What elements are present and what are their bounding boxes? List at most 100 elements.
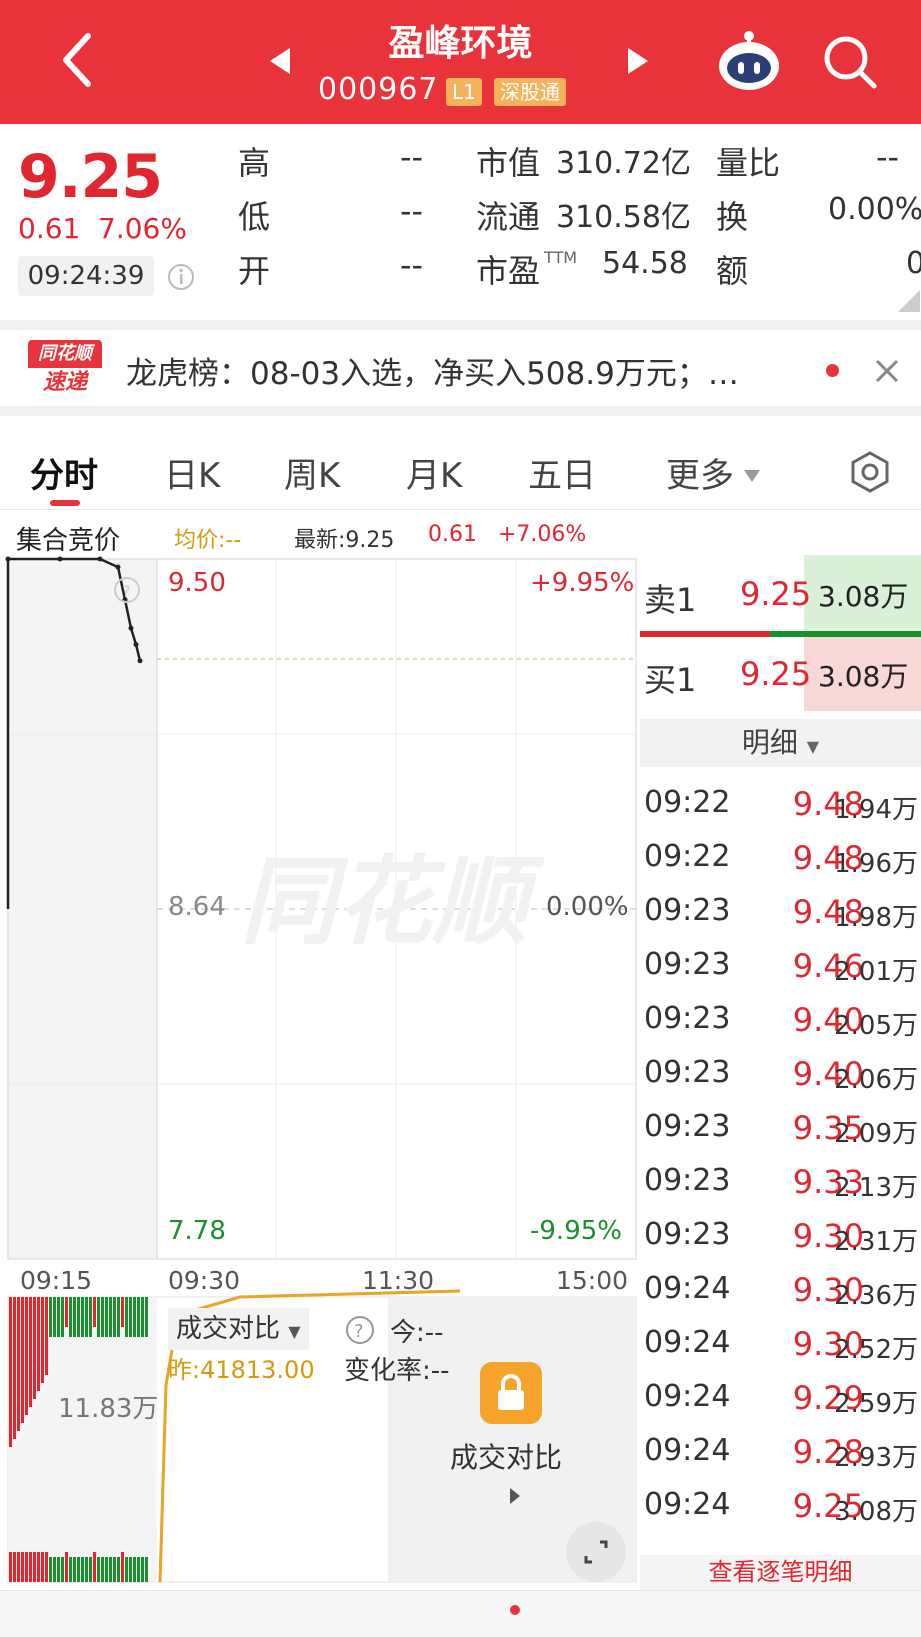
- volume-bar: [73, 1297, 76, 1337]
- caret-down-icon: [744, 470, 760, 482]
- volume-bar: [93, 1552, 96, 1582]
- trade-volume: 2.05万: [834, 1011, 918, 1041]
- page-indicator-dot: [510, 1605, 520, 1615]
- news-strip[interactable]: 同花顺 速递 龙虎榜：08-03入选，净买入508.9万元；…: [0, 320, 921, 416]
- volume-bar: [109, 1557, 112, 1582]
- volume-bar: [137, 1557, 140, 1582]
- close-icon[interactable]: [872, 356, 902, 386]
- y-left-bottom: 7.78: [168, 1216, 226, 1246]
- compare-label: 成交对比: [176, 1314, 281, 1344]
- change-rate-label: 变化率:--: [344, 1356, 450, 1386]
- trade-time: 09:23: [644, 1217, 731, 1252]
- intraday-chart[interactable]: 同花顺 ?: [0, 555, 640, 1590]
- volume-bar: [9, 1552, 12, 1582]
- volume-bar: [117, 1297, 120, 1337]
- volume-bar: [145, 1557, 148, 1582]
- news-text[interactable]: 龙虎榜：08-03入选，净买入508.9万元；…: [126, 348, 739, 393]
- caret-down-icon: ▼: [288, 1322, 301, 1341]
- quote-time: 09:24:39: [18, 256, 154, 296]
- volume-bar: [37, 1552, 40, 1582]
- latest-price-label: 最新:9.25: [294, 528, 395, 553]
- auction-point: [137, 658, 143, 664]
- volume-bar: [105, 1297, 108, 1337]
- volume-bar: [129, 1297, 132, 1337]
- bid-ask-bar-red: [640, 631, 770, 637]
- volume-bar: [53, 1557, 56, 1582]
- triangle-right-icon[interactable]: [626, 46, 650, 76]
- volume-bar: [73, 1557, 76, 1582]
- view-all-trades-link[interactable]: 查看逐笔明细: [640, 1555, 921, 1590]
- volume-bar: [41, 1297, 44, 1383]
- auction-point: [133, 641, 139, 647]
- trade-volume: 2.01万: [834, 957, 918, 987]
- volume-bar: [37, 1297, 40, 1391]
- high-value: --: [400, 138, 424, 176]
- price-change-pct: 7.06%: [98, 212, 187, 245]
- tab-intraday[interactable]: 分时: [30, 448, 98, 497]
- auction-point: [128, 625, 134, 631]
- pe-label: 市盈: [476, 252, 541, 290]
- mktcap-value: 310.72亿: [556, 146, 691, 181]
- tab-month-k[interactable]: 月K: [406, 448, 462, 497]
- trade-row: 09:22 9.48 1.94万: [644, 785, 920, 839]
- volume-bar: [97, 1297, 100, 1337]
- trade-row: 09:23 9.35 2.09万: [644, 1109, 920, 1163]
- detail-toggle[interactable]: 明细 ▼: [640, 719, 921, 767]
- price-change: 0.61: [18, 212, 81, 245]
- detail-label: 明细: [741, 726, 798, 759]
- trade-time: 09:22: [644, 839, 731, 874]
- tab-day-k[interactable]: 日K: [164, 448, 220, 497]
- info-icon[interactable]: [166, 262, 196, 292]
- trade-volume: 2.09万: [834, 1119, 918, 1149]
- trade-time: 09:23: [644, 1001, 731, 1036]
- volume-bar: [85, 1557, 88, 1582]
- volume-bar: [141, 1557, 144, 1582]
- ths-logo: 同花顺 速递: [28, 340, 102, 398]
- expand-icon[interactable]: [566, 1522, 626, 1582]
- volume-bar: [29, 1297, 32, 1407]
- question-icon[interactable]: ?: [344, 1314, 376, 1346]
- volume-bar: [17, 1552, 20, 1582]
- trade-volume: 2.52万: [834, 1335, 918, 1365]
- connect-badge: 深股通: [494, 78, 566, 106]
- auction-label: 集合竞价: [16, 526, 121, 556]
- volume-bar: [9, 1297, 12, 1447]
- search-icon[interactable]: [822, 34, 878, 90]
- trade-time: 09:23: [644, 893, 731, 928]
- float-value: 310.58亿: [556, 200, 691, 235]
- volume-bar: [45, 1552, 48, 1582]
- expand-corner-icon[interactable]: [898, 290, 920, 312]
- caret-down-icon: ▼: [806, 737, 820, 756]
- trade-volume: 1.98万: [834, 903, 918, 933]
- watermark: 同花顺: [240, 846, 545, 958]
- volume-bar: [49, 1297, 52, 1337]
- volume-bar: [81, 1297, 84, 1337]
- volume-bar: [61, 1557, 64, 1582]
- trade-row: 09:22 9.48 1.96万: [644, 839, 920, 893]
- app-header: 盈峰环境 000967 L1 深股通: [0, 0, 921, 124]
- lock-icon[interactable]: [480, 1362, 542, 1424]
- compare-dropdown[interactable]: 成交对比 ▼: [168, 1308, 309, 1350]
- robot-assistant-icon[interactable]: [714, 28, 784, 92]
- hexagon-settings-icon[interactable]: [848, 450, 892, 494]
- volume-bar: [145, 1297, 148, 1337]
- tab-week-k[interactable]: 周K: [284, 448, 340, 497]
- volume-bar: [33, 1552, 36, 1582]
- trade-time: 09:23: [644, 1163, 731, 1198]
- volume-bar: [81, 1557, 84, 1582]
- low-value: --: [400, 192, 424, 230]
- volume-bar: [13, 1552, 16, 1582]
- tab-more[interactable]: 更多: [666, 448, 734, 497]
- chart-help-icon-glyph: ?: [122, 582, 131, 601]
- open-value: --: [400, 246, 424, 284]
- play-small-icon: [510, 1488, 520, 1504]
- volume-bar: [125, 1297, 128, 1337]
- volume-bar: [77, 1297, 80, 1337]
- y-left-top: 9.50: [168, 568, 226, 598]
- avg-price-label: 均价:--: [174, 528, 242, 553]
- amount-value: 0: [906, 246, 921, 281]
- trade-time: 09:23: [644, 1109, 731, 1144]
- trade-time: 09:23: [644, 1055, 731, 1090]
- tab-five-day[interactable]: 五日: [528, 448, 596, 497]
- buy1-label: 买1: [644, 661, 697, 699]
